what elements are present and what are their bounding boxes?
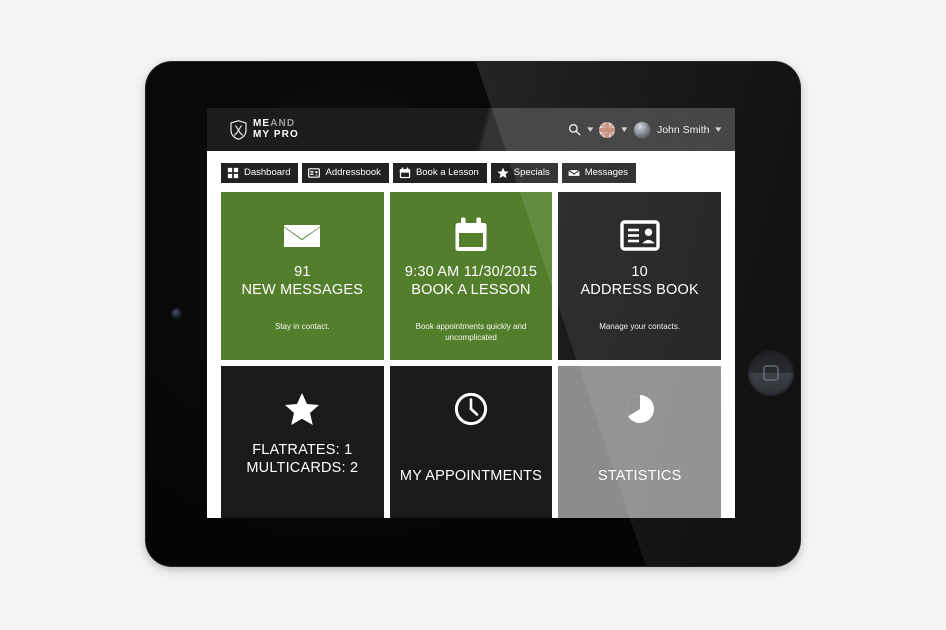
nav-item-messages[interactable]: Messages: [561, 163, 637, 183]
user-name[interactable]: John Smith: [657, 124, 710, 136]
tile-subtitle: Stay in contact.: [274, 321, 330, 331]
tile-value: FLATRATES: 1: [252, 442, 353, 458]
tablet-screen: MEAND MY PRO ▾ ▾ John Smith ▾ Dashboard …: [207, 108, 735, 518]
tile-label: ADDRESS BOOK: [580, 281, 699, 298]
search-icon[interactable]: [568, 123, 581, 136]
uk-flag-icon[interactable]: [599, 121, 616, 138]
avatar[interactable]: [633, 121, 650, 138]
home-button-icon[interactable]: [748, 350, 794, 396]
tile-subtitle: Manage your contacts.: [599, 321, 681, 331]
clock-icon: [454, 392, 488, 426]
tile-icon-wrap: [282, 216, 322, 254]
tile-new-messages[interactable]: 91 NEW MESSAGES Stay in contact.: [221, 192, 384, 360]
app-header: MEAND MY PRO ▾ ▾ John Smith ▾: [207, 108, 735, 151]
user-chevron-down-icon[interactable]: ▾: [716, 125, 722, 134]
header-actions: ▾ ▾ John Smith ▾: [568, 121, 722, 138]
brand-logo-text: MEAND MY PRO: [253, 119, 299, 139]
brand-line-2: MY PRO: [253, 128, 299, 140]
nav-item-specials[interactable]: Specials: [490, 163, 558, 183]
tile-icon-wrap: [624, 390, 656, 428]
front-camera-icon: [172, 309, 181, 318]
nav-item-dashboard[interactable]: Dashboard: [221, 163, 299, 183]
tile-label: NEW MESSAGES: [241, 281, 364, 298]
tile-value: 91: [294, 264, 311, 280]
star-icon: [497, 167, 509, 179]
tile-value: 9:30 AM 11/30/2015: [404, 264, 538, 280]
tile-my-appointments[interactable]: MY APPOINTMENTS: [389, 366, 553, 518]
tile-title: 10 ADDRESS BOOK: [580, 264, 698, 300]
tile-icon-wrap: [454, 216, 488, 254]
search-chevron-down-icon[interactable]: ▾: [587, 125, 593, 134]
main-nav: Dashboard Addressbook Book a Lesson Spec…: [207, 151, 735, 192]
nav-item-addressbook[interactable]: Addressbook: [302, 163, 389, 183]
contact-card-icon: [308, 168, 321, 178]
calendar-icon: [455, 217, 487, 251]
tile-title: MY APPOINTMENTS: [400, 468, 542, 486]
brand-logo[interactable]: MEAND MY PRO: [230, 119, 299, 140]
tile-statistics[interactable]: STATISTICS: [558, 366, 721, 518]
grid-icon: [227, 167, 239, 179]
tile-book-a-lesson[interactable]: 9:30 AM 11/30/2015 BOOK A LESSON Book ap…: [389, 192, 553, 360]
tile-label: BOOK A LESSON: [411, 281, 531, 298]
tile-label: STATISTICS: [597, 468, 682, 484]
tile-title: 9:30 AM 11/30/2015 BOOK A LESSON: [405, 264, 537, 300]
brand-and: AND: [270, 118, 296, 130]
nav-label: Book a Lesson: [415, 167, 479, 179]
tile-title: STATISTICS: [598, 468, 682, 486]
tile-title: 91 NEW MESSAGES: [242, 264, 364, 300]
calendar-icon: [399, 167, 411, 179]
nav-item-book-a-lesson[interactable]: Book a Lesson: [392, 163, 487, 183]
contact-card-icon: [619, 219, 660, 251]
nav-label: Specials: [513, 167, 550, 179]
brand-line-1: MEAND: [253, 119, 299, 129]
tile-subtitle: Book appointments quickly and uncomplica…: [415, 321, 527, 342]
dashboard-tile-grid: 91 NEW MESSAGES Stay in contact. 9:30 AM…: [207, 192, 735, 518]
tile-value: 10: [631, 264, 648, 280]
tile-icon-wrap: [454, 390, 488, 428]
tablet-device: MEAND MY PRO ▾ ▾ John Smith ▾ Dashboard …: [146, 62, 800, 566]
tile-address-book[interactable]: 10 ADDRESS BOOK Manage your contacts.: [558, 192, 721, 360]
tile-icon-wrap: [284, 390, 320, 428]
nav-label: Addressbook: [325, 167, 381, 179]
envelope-icon: [283, 223, 322, 247]
envelope-icon: [567, 169, 580, 176]
tile-label: MY APPOINTMENTS: [399, 468, 543, 484]
nav-label: Messages: [584, 167, 629, 179]
tile-title: FLATRATES: 1 MULTICARDS: 2: [246, 442, 358, 478]
nav-label: Dashboard: [244, 167, 291, 179]
home-button-square: [763, 365, 779, 381]
star-icon: [285, 393, 320, 425]
shield-crossed-clubs-icon: [230, 119, 247, 140]
tile-icon-wrap: [619, 216, 660, 254]
tile-specials[interactable]: FLATRATES: 1 MULTICARDS: 2: [221, 366, 384, 518]
pie-chart-icon: [625, 395, 654, 423]
brand-me: ME: [253, 118, 271, 130]
language-chevron-down-icon[interactable]: ▾: [622, 125, 628, 134]
tile-label: MULTICARDS: 2: [246, 459, 359, 476]
page-background: MEAND MY PRO ▾ ▾ John Smith ▾ Dashboard …: [0, 0, 946, 630]
